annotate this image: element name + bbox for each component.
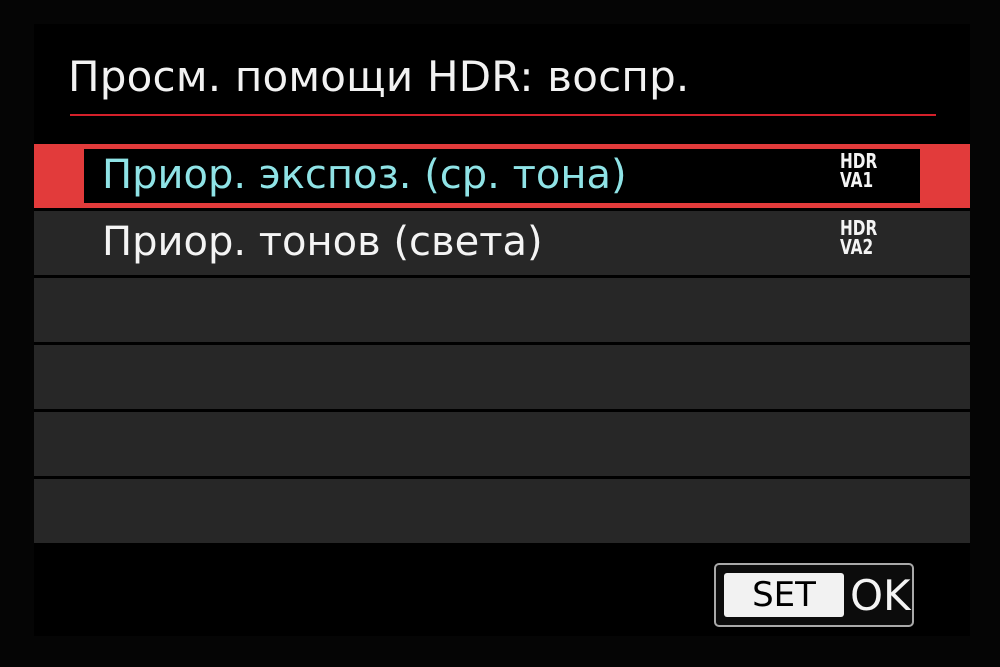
ok-label: OK: [850, 571, 911, 620]
empty-row: [34, 345, 970, 409]
option-label: Приор. экспоз. (ср. тона): [102, 152, 627, 198]
selection-highlight: Приор. экспоз. (ср. тона) HDR VA1: [84, 149, 920, 203]
options-list: Приор. экспоз. (ср. тона) HDR VA1 Приор.…: [34, 144, 970, 546]
hdr-va1-icon: HDR VA1: [840, 151, 886, 192]
badge-line-bottom: VA2: [840, 235, 874, 259]
badge-line-bottom: VA1: [840, 168, 874, 192]
empty-row: [34, 479, 970, 543]
option-exposure-priority[interactable]: Приор. экспоз. (ср. тона) HDR VA1: [34, 144, 970, 208]
empty-row: [34, 412, 970, 476]
title-divider: [70, 114, 936, 116]
set-ok-button[interactable]: SET OK: [714, 563, 914, 627]
set-key-icon: SET: [724, 573, 844, 617]
empty-row: [34, 278, 970, 342]
menu-title: Просм. помощи HDR: воспр.: [68, 52, 690, 101]
hdr-va2-icon: HDR VA2: [840, 218, 886, 259]
option-label: Приор. тонов (света): [102, 219, 543, 265]
option-highlight-tone-priority[interactable]: Приор. тонов (света) HDR VA2: [34, 211, 970, 275]
